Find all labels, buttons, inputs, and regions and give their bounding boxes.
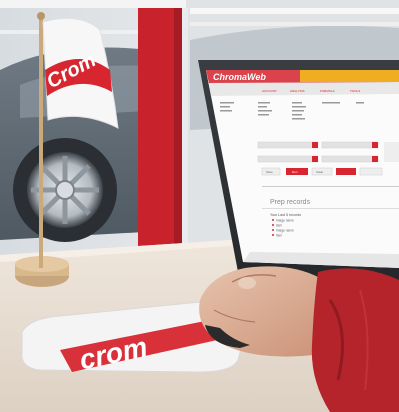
flag-pole <box>39 18 43 268</box>
nav-item[interactable]: ACCOUNT <box>262 89 277 93</box>
list-item[interactable]: Item <box>276 234 283 238</box>
list-item[interactable]: Image name <box>276 229 294 233</box>
app-logo: ChromaWeb <box>213 72 266 82</box>
nav-item[interactable]: TOOLS <box>350 89 360 93</box>
screen-button-label: Clear <box>316 170 323 174</box>
photo-illustration: Crom ChromaWeb ACCOUNT ANALYSIS FORMULA … <box>0 0 399 412</box>
list-item[interactable]: Image name <box>276 219 294 223</box>
screen-button-label: Run <box>292 170 298 174</box>
screen-button[interactable] <box>359 167 383 176</box>
screen-buttons: Save Run Clear <box>261 167 383 176</box>
section-heading: Prep records <box>270 199 311 206</box>
red-sleeve <box>311 268 399 412</box>
nav-item[interactable]: FORMULA <box>320 89 335 93</box>
photo-scene: Crom ChromaWeb ACCOUNT ANALYSIS FORMULA … <box>0 0 399 412</box>
recent-label: Your Last 5 records <box>270 213 301 217</box>
nav-item[interactable]: ANALYSIS <box>290 89 304 93</box>
screen-button-label: Save <box>266 170 273 174</box>
list-item[interactable]: Item <box>276 224 283 228</box>
screen-button[interactable] <box>336 168 356 175</box>
